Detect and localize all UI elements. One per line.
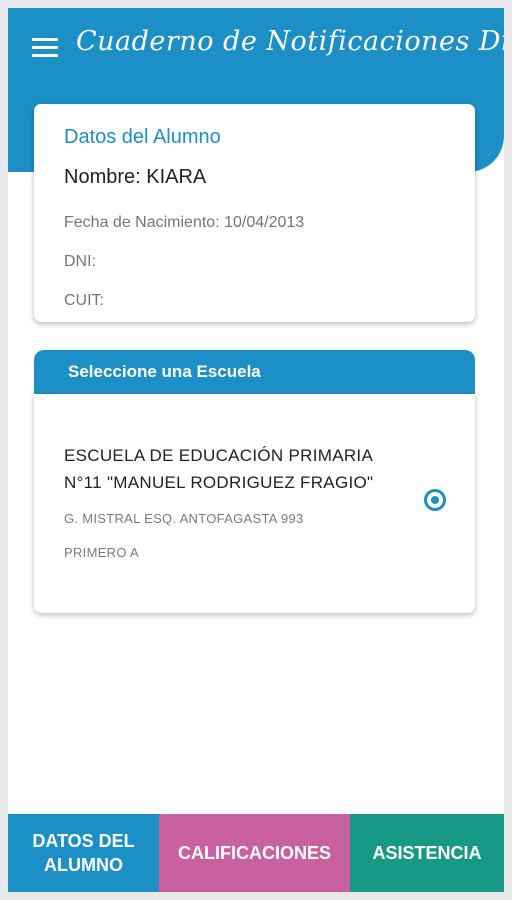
nav-datos-alumno-button[interactable]: DATOS DEL ALUMNO — [8, 814, 159, 892]
student-birth-date: Fecha de Nacimiento: 10/04/2013 — [64, 214, 305, 231]
school-address: G. MISTRAL ESQ. ANTOFAGASTA 993 — [64, 511, 304, 526]
school-grade: PRIMERO A — [64, 545, 139, 560]
hamburger-menu-icon[interactable] — [32, 38, 58, 58]
nav-datos-alumno-line2: ALUMNO — [44, 855, 123, 875]
school-radio-button[interactable] — [424, 489, 446, 511]
nav-asistencia-label: ASISTENCIA — [372, 843, 482, 863]
school-select-header: Seleccione una Escuela — [34, 350, 475, 394]
nav-asistencia-button[interactable]: ASISTENCIA — [350, 814, 504, 892]
nav-calificaciones-button[interactable]: CALIFICACIONES — [159, 814, 350, 892]
school-select-title: Seleccione una Escuela — [68, 362, 261, 381]
bottom-navigation: DATOS DEL ALUMNO CALIFICACIONES ASISTENC… — [8, 814, 504, 892]
radio-selected-icon — [431, 496, 439, 504]
nav-datos-alumno-line1: DATOS DEL — [32, 831, 135, 851]
school-name: ESCUELA DE EDUCACIÓN PRIMARIA N°11 "MANU… — [64, 446, 374, 492]
app-screen: Cuaderno de Notificaciones Digital Datos… — [8, 8, 504, 892]
student-section-title: Datos del Alumno — [64, 126, 221, 148]
app-title: Cuaderno de Notificaciones Digital — [76, 26, 504, 57]
app-bar: Cuaderno de Notificaciones Digital — [8, 8, 504, 85]
school-option-card[interactable]: ESCUELA DE EDUCACIÓN PRIMARIA N°11 "MANU… — [34, 394, 475, 613]
student-name: Nombre: KIARA — [64, 166, 207, 188]
student-dni: DNI: — [64, 253, 96, 270]
student-info-card: Datos del Alumno Nombre: KIARA Fecha de … — [34, 104, 475, 322]
student-cuit: CUIT: — [64, 292, 104, 309]
nav-calificaciones-label: CALIFICACIONES — [178, 843, 331, 863]
